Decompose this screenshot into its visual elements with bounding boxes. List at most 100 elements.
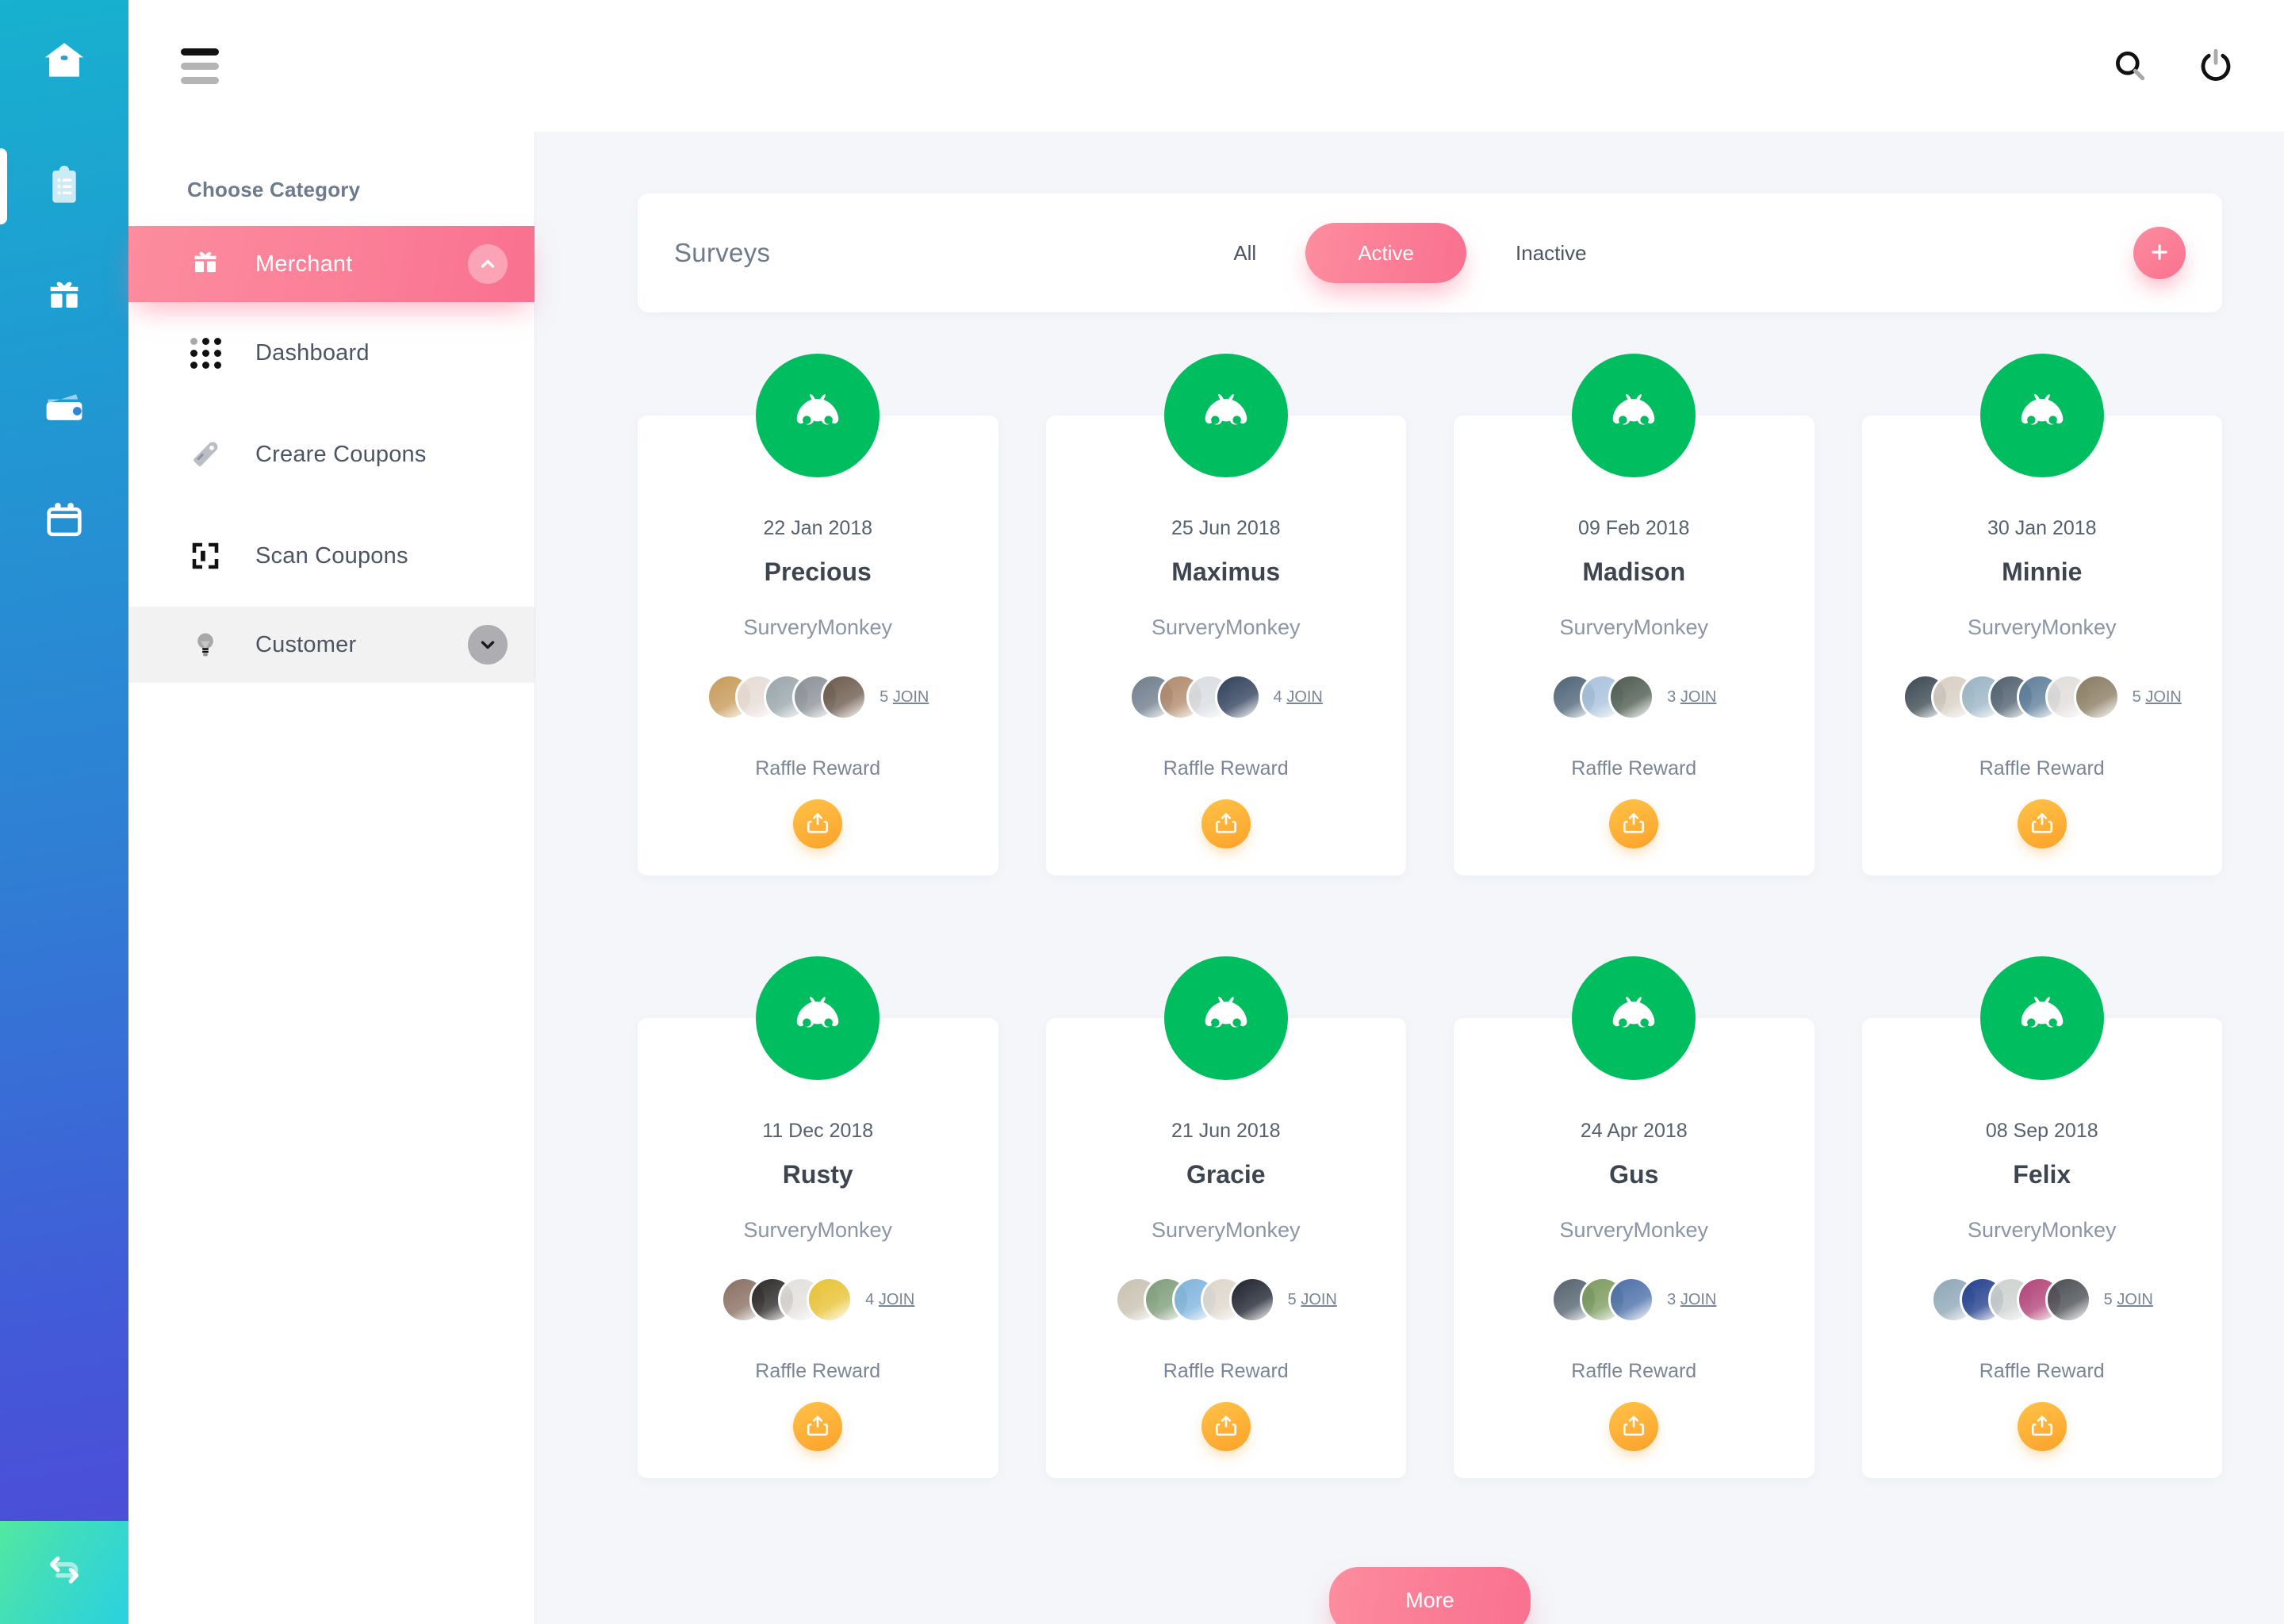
survey-filter-tabs: All Active Inactive xyxy=(1198,223,1621,283)
survey-card-gracie[interactable]: 21 Jun 2018 Gracie SurveryMonkey 5 JOIN … xyxy=(1045,956,1406,1478)
chevron-down-icon[interactable] xyxy=(468,625,508,665)
share-button[interactable] xyxy=(1609,1402,1659,1451)
participants-row: 4 JOIN xyxy=(1060,673,1393,721)
share-button[interactable] xyxy=(793,799,843,848)
join-count-link[interactable]: 5 JOIN xyxy=(2133,688,2182,707)
rail-item-surveys[interactable] xyxy=(0,148,128,224)
avatar-stack[interactable] xyxy=(1551,674,1655,720)
avatar xyxy=(1608,674,1655,720)
avatar xyxy=(1228,1277,1275,1323)
join-count-link[interactable]: 5 JOIN xyxy=(1288,1291,1337,1309)
category-sidebar: Choose Category Merchant Dashboard Crear… xyxy=(128,132,535,1624)
survey-date: 30 Jan 2018 xyxy=(1987,517,2097,539)
survey-card-maximus[interactable]: 25 Jun 2018 Maximus SurveryMonkey 4 JOIN… xyxy=(1045,354,1406,875)
share-upload-icon xyxy=(1621,810,1646,838)
share-button[interactable] xyxy=(1201,799,1251,848)
search-icon[interactable] xyxy=(2108,44,2152,88)
participants-row: 5 JOIN xyxy=(1876,673,2209,721)
survey-card-felix[interactable]: 08 Sep 2018 Felix SurveryMonkey 5 JOIN R… xyxy=(1861,956,2222,1478)
rail-item-calendar[interactable] xyxy=(0,492,128,547)
reward-label: Raffle Reward xyxy=(1979,1360,2105,1382)
survey-brand: SurveryMonkey xyxy=(1151,615,1301,639)
content-area: Choose Category Merchant Dashboard Crear… xyxy=(128,132,2284,1624)
survey-card-madison[interactable]: 09 Feb 2018 Madison SurveryMonkey 3 JOIN… xyxy=(1454,354,1815,875)
share-button[interactable] xyxy=(2017,1402,2067,1451)
body-column: Choose Category Merchant Dashboard Crear… xyxy=(128,0,2284,1624)
survey-card-gus[interactable]: 24 Apr 2018 Gus SurveryMonkey 3 JOIN Raf… xyxy=(1454,956,1815,1478)
surveymonkey-logo-icon xyxy=(1572,354,1696,477)
calendar-icon xyxy=(43,498,86,541)
participants-row: 5 JOIN xyxy=(652,673,984,721)
share-button[interactable] xyxy=(793,1402,843,1451)
gift-icon xyxy=(43,276,86,319)
join-count-link[interactable]: 3 JOIN xyxy=(1667,688,1716,707)
avatar xyxy=(2073,674,2120,720)
share-button[interactable] xyxy=(1609,799,1659,848)
join-count-link[interactable]: 5 JOIN xyxy=(879,688,929,707)
rail-item-gifts[interactable] xyxy=(0,270,128,325)
tab-inactive[interactable]: Inactive xyxy=(1481,243,1622,263)
survey-name: Maximus xyxy=(1171,557,1281,586)
tab-all[interactable]: All xyxy=(1198,243,1291,263)
chevron-up-icon[interactable] xyxy=(468,244,508,284)
survey-date: 24 Apr 2018 xyxy=(1580,1120,1688,1142)
swap-arrows-button[interactable] xyxy=(0,1521,128,1624)
sidebar-item-label: Creare Coupons xyxy=(255,441,427,467)
survey-card-minnie[interactable]: 30 Jan 2018 Minnie SurveryMonkey 5 JOIN … xyxy=(1861,354,2222,875)
hamburger-icon[interactable] xyxy=(181,48,219,84)
survey-brand: SurveryMonkey xyxy=(1151,1218,1301,1242)
join-count-link[interactable]: 5 JOIN xyxy=(2104,1291,2153,1309)
join-count-link[interactable]: 4 JOIN xyxy=(865,1291,914,1309)
avatar-stack[interactable] xyxy=(1551,1277,1655,1323)
reward-label: Raffle Reward xyxy=(1571,1360,1697,1382)
avatar-stack[interactable] xyxy=(721,1277,853,1323)
power-icon[interactable] xyxy=(2194,44,2238,88)
rail-item-wallet[interactable] xyxy=(0,381,128,436)
survey-card-precious[interactable]: 22 Jan 2018 Precious SurveryMonkey 5 JOI… xyxy=(638,354,998,875)
avatar-stack[interactable] xyxy=(707,674,868,720)
share-button[interactable] xyxy=(2017,799,2067,848)
surveymonkey-logo-icon xyxy=(756,354,880,477)
avatar-stack[interactable] xyxy=(1129,674,1261,720)
gift-icon xyxy=(187,246,224,282)
surveymonkey-logo-icon xyxy=(756,956,880,1080)
swap-arrows-icon xyxy=(41,1548,87,1598)
surveymonkey-logo-icon xyxy=(1163,354,1288,477)
share-button[interactable] xyxy=(1201,1402,1251,1451)
avatar-stack[interactable] xyxy=(1114,1277,1275,1323)
sidebar-group-merchant[interactable]: Merchant xyxy=(128,226,535,302)
share-upload-icon xyxy=(805,1413,830,1441)
avatar-stack[interactable] xyxy=(1930,1277,2091,1323)
sidebar-item-scan-coupons[interactable]: Scan Coupons xyxy=(128,505,535,607)
join-count-link[interactable]: 4 JOIN xyxy=(1274,688,1323,707)
survey-name: Madison xyxy=(1582,557,1686,586)
join-count-link[interactable]: 3 JOIN xyxy=(1667,1291,1716,1309)
sidebar-group-customer[interactable]: Customer xyxy=(128,607,535,683)
surveymonkey-logo-icon xyxy=(1572,956,1696,1080)
reward-label: Raffle Reward xyxy=(1163,1360,1289,1382)
home-icon[interactable] xyxy=(36,33,92,89)
survey-date: 21 Jun 2018 xyxy=(1171,1120,1281,1142)
tab-active[interactable]: Active xyxy=(1305,223,1467,283)
main-panel: Surveys All Active Inactive 22 Jan 2018 … xyxy=(535,132,2284,1624)
top-bar xyxy=(128,0,2284,132)
survey-brand: SurveryMonkey xyxy=(743,1218,893,1242)
sidebar-item-creare-coupons[interactable]: Creare Coupons xyxy=(128,404,535,505)
participants-row: 3 JOIN xyxy=(1468,1276,1800,1323)
more-button[interactable]: More xyxy=(1329,1567,1531,1624)
avatar-stack[interactable] xyxy=(1902,674,2120,720)
survey-brand: SurveryMonkey xyxy=(743,615,893,639)
survey-name: Gus xyxy=(1609,1160,1659,1189)
scan-frame-icon xyxy=(187,538,224,574)
share-upload-icon xyxy=(805,810,830,838)
add-survey-button[interactable] xyxy=(2133,227,2186,279)
survey-name: Rusty xyxy=(782,1160,853,1189)
lightbulb-icon xyxy=(187,626,224,663)
more-button-wrap: More xyxy=(638,1567,2222,1624)
survey-card-rusty[interactable]: 11 Dec 2018 Rusty SurveryMonkey 4 JOIN R… xyxy=(638,956,998,1478)
rail-item-list xyxy=(0,148,128,547)
survey-date: 11 Dec 2018 xyxy=(762,1120,874,1142)
share-upload-icon xyxy=(1213,1413,1239,1441)
surveys-toolbar: Surveys All Active Inactive xyxy=(638,193,2222,312)
sidebar-item-dashboard[interactable]: Dashboard xyxy=(128,302,535,404)
